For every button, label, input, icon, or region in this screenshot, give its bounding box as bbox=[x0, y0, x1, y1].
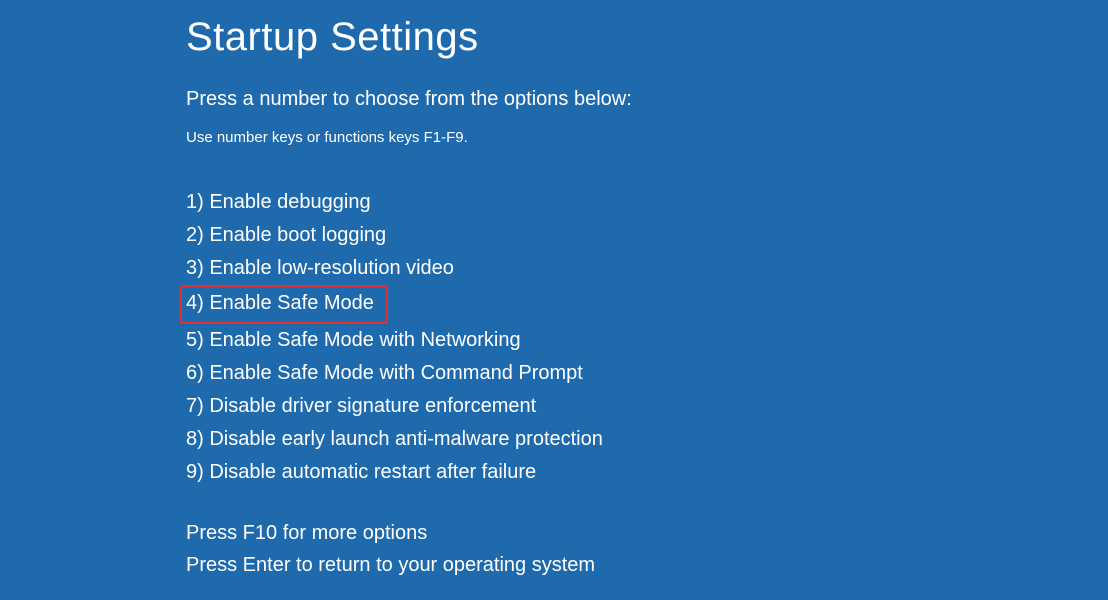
instruction-text: Press a number to choose from the option… bbox=[186, 88, 1108, 111]
options-list: 1) Enable debugging2) Enable boot loggin… bbox=[186, 186, 1108, 489]
startup-settings-screen: Startup Settings Press a number to choos… bbox=[0, 0, 1108, 581]
footer-more-options: Press F10 for more options bbox=[186, 517, 1108, 549]
startup-option-4[interactable]: 4) Enable Safe Mode bbox=[180, 285, 388, 324]
option-row: 1) Enable debugging bbox=[186, 186, 1108, 219]
page-title: Startup Settings bbox=[186, 15, 1108, 60]
startup-option-2[interactable]: 2) Enable boot logging bbox=[186, 219, 386, 252]
startup-option-3[interactable]: 3) Enable low-resolution video bbox=[186, 252, 454, 285]
option-row: 5) Enable Safe Mode with Networking bbox=[186, 324, 1108, 357]
option-row: 9) Disable automatic restart after failu… bbox=[186, 456, 1108, 489]
option-row: 3) Enable low-resolution video bbox=[186, 252, 1108, 285]
option-row: 7) Disable driver signature enforcement bbox=[186, 390, 1108, 423]
startup-option-5[interactable]: 5) Enable Safe Mode with Networking bbox=[186, 324, 521, 357]
option-row: 2) Enable boot logging bbox=[186, 219, 1108, 252]
option-row: 8) Disable early launch anti-malware pro… bbox=[186, 423, 1108, 456]
startup-option-7[interactable]: 7) Disable driver signature enforcement bbox=[186, 390, 536, 423]
startup-option-1[interactable]: 1) Enable debugging bbox=[186, 186, 371, 219]
startup-option-6[interactable]: 6) Enable Safe Mode with Command Prompt bbox=[186, 357, 583, 390]
option-row: 6) Enable Safe Mode with Command Prompt bbox=[186, 357, 1108, 390]
startup-option-9[interactable]: 9) Disable automatic restart after failu… bbox=[186, 456, 536, 489]
footer-return: Press Enter to return to your operating … bbox=[186, 549, 1108, 581]
option-row: 4) Enable Safe Mode bbox=[186, 285, 1108, 324]
hint-text: Use number keys or functions keys F1-F9. bbox=[186, 129, 1108, 146]
startup-option-8[interactable]: 8) Disable early launch anti-malware pro… bbox=[186, 423, 603, 456]
